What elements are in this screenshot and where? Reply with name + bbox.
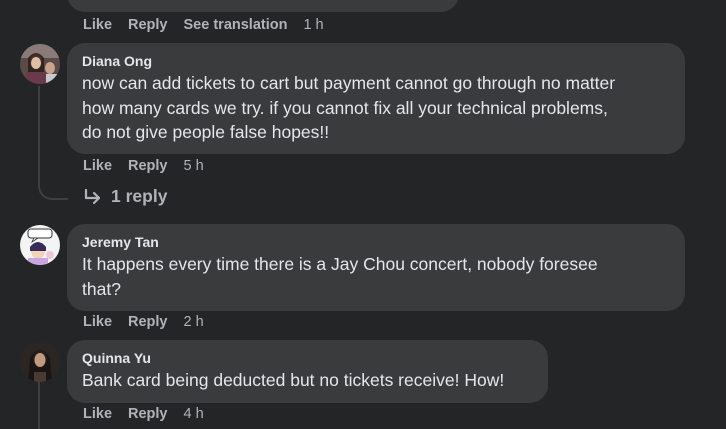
comment-actions-diana-ong: Like Reply 5 h xyxy=(83,158,204,174)
comment-bubble-diana-ong: Diana Ong now can add tickets to cart bu… xyxy=(67,43,685,154)
comment-actions-quinna-yu: Like Reply 4 h xyxy=(83,406,204,422)
like-button[interactable]: Like xyxy=(83,17,112,33)
avatar-jeremy-tan[interactable] xyxy=(20,225,60,265)
comment-actions-top: Like Reply See translation 1 h xyxy=(83,17,324,33)
comment-text-line: Bank card being deducted but no tickets … xyxy=(82,370,505,390)
like-button[interactable]: Like xyxy=(83,314,112,330)
comment-text-line: do not give people false hopes!! xyxy=(82,122,330,142)
comment-timestamp[interactable]: 4 h xyxy=(184,406,204,422)
comment-actions-jeremy-tan: Like Reply 2 h xyxy=(83,314,204,330)
reply-thread-line xyxy=(38,86,40,182)
reply-button[interactable]: Reply xyxy=(128,158,168,174)
like-button[interactable]: Like xyxy=(83,158,112,174)
reply-button[interactable]: Reply xyxy=(128,406,168,422)
reply-button[interactable]: Reply xyxy=(128,314,168,330)
comment-bubble-jeremy-tan: Jeremy Tan It happens every time there i… xyxy=(67,224,685,311)
avatar-diana-ong[interactable] xyxy=(20,44,60,84)
avatar-quinna-yu[interactable] xyxy=(20,342,60,382)
comment-text-line: It happens every time there is a Jay Cho… xyxy=(82,254,598,274)
comment-bubble-quinna-yu: Quinna Yu Bank card being deducted but n… xyxy=(67,340,548,403)
comment-author[interactable]: Jeremy Tan xyxy=(82,233,671,252)
comment-text-line: that? xyxy=(82,278,121,299)
comment-author[interactable]: Quinna Yu xyxy=(82,349,534,368)
reply-button[interactable]: Reply xyxy=(128,17,168,33)
reply-thread-line xyxy=(38,382,40,429)
like-button[interactable]: Like xyxy=(83,406,112,422)
comment-timestamp[interactable]: 5 h xyxy=(184,158,204,174)
see-translation-button[interactable]: See translation xyxy=(184,17,288,33)
replies-count-label: 1 reply xyxy=(111,186,168,206)
comment-text-line: now can add tickets to cart but payment … xyxy=(82,73,616,93)
comment-author[interactable]: Diana Ong xyxy=(82,52,671,71)
comment-timestamp[interactable]: 2 h xyxy=(184,314,204,330)
comment-timestamp[interactable]: 1 h xyxy=(303,17,323,33)
comment-bubble-truncated xyxy=(67,0,459,12)
reply-arrow-icon xyxy=(83,188,103,205)
view-replies-button[interactable]: 1 reply xyxy=(83,186,167,207)
comment-text-line: how many cards we try. if you cannot fix… xyxy=(82,97,608,118)
reply-thread-curve xyxy=(38,170,68,200)
